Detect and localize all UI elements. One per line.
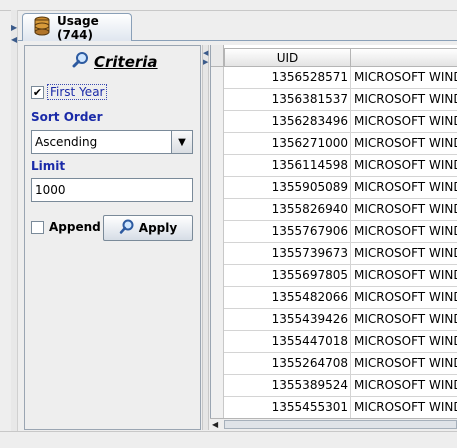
cell-uid[interactable]: 1356114598 (224, 155, 351, 176)
row-header-strip (211, 67, 224, 418)
collapse-left-arrow-icon[interactable]: ◀ (203, 49, 208, 57)
cell-name[interactable]: MICROSOFT WINDO (352, 243, 457, 264)
cell-name[interactable]: MICROSOFT WINDO (352, 331, 457, 352)
cell-uid[interactable]: 1356271000 (224, 133, 351, 154)
cell-uid[interactable]: 1355264708 (224, 353, 351, 374)
horizontal-scrollbar[interactable]: ◀ (210, 418, 457, 430)
sort-order-select[interactable]: Ascending ▼ (31, 130, 193, 154)
cell-name[interactable]: MICROSOFT WINDO (352, 221, 457, 242)
cell-uid[interactable]: 1355826940 (224, 199, 351, 220)
cell-uid[interactable]: 1355439426 (224, 309, 351, 330)
cell-uid[interactable]: 1355697805 (224, 265, 351, 286)
criteria-header: Criteria (72, 51, 158, 72)
column-header-name[interactable] (350, 48, 457, 67)
table-row[interactable]: 1355264708MICROSOFT WINDO (224, 353, 457, 375)
cell-uid[interactable]: 1355447018 (224, 331, 351, 352)
table-corner (211, 45, 224, 67)
append-checkbox[interactable]: Append (31, 220, 101, 234)
table-row[interactable]: 1355739673MICROSOFT WINDO (224, 243, 457, 265)
limit-input[interactable]: 1000 (31, 178, 193, 202)
cell-name[interactable]: MICROSOFT WINDO (352, 177, 457, 198)
table-row[interactable]: 1356271000MICROSOFT WINDO (224, 133, 457, 155)
cell-uid[interactable]: 1355767906 (224, 221, 351, 242)
limit-label: Limit (31, 159, 66, 173)
table-row[interactable]: 1356381537MICROSOFT WINDO (224, 89, 457, 111)
first-year-checkbox[interactable]: ✔ First Year (31, 84, 108, 100)
sort-order-label: Sort Order (31, 110, 103, 124)
cell-name[interactable]: MICROSOFT WINDO (352, 133, 457, 154)
table-row[interactable]: 1355455301MICROSOFT WINDO (224, 397, 457, 418)
top-border (0, 0, 457, 11)
table-row[interactable]: 1355482066MICROSOFT WINDO (224, 287, 457, 309)
scrollbar-thumb[interactable] (224, 420, 457, 429)
tab-usage[interactable]: Usage (744) (22, 13, 132, 42)
scroll-left-arrow-icon[interactable]: ◀ (212, 419, 222, 430)
cell-uid[interactable]: 1355389524 (224, 375, 351, 396)
cell-name[interactable]: MICROSOFT WINDO (352, 375, 457, 396)
bottom-border (0, 431, 457, 448)
first-year-label: First Year (47, 84, 108, 100)
table-row[interactable]: 1355826940MICROSOFT WINDO (224, 199, 457, 221)
apply-label: Apply (138, 221, 178, 235)
table-row[interactable]: 1356283496MICROSOFT WINDO (224, 111, 457, 133)
expand-right-arrow-icon[interactable]: ▶ (11, 24, 17, 32)
cell-name[interactable]: MICROSOFT WINDO (352, 287, 457, 308)
cell-uid[interactable]: 1355482066 (224, 287, 351, 308)
column-header-uid[interactable]: UID (224, 48, 351, 67)
cell-name[interactable]: MICROSOFT WINDO (352, 155, 457, 176)
cell-uid[interactable]: 1356528571 (224, 67, 351, 88)
sort-order-value: Ascending (35, 135, 98, 149)
apply-button[interactable]: Apply (103, 215, 193, 241)
magnifier-icon (119, 219, 135, 238)
magnifier-icon (72, 51, 90, 72)
tab-label: Usage (744) (57, 13, 99, 42)
cell-name[interactable]: MICROSOFT WINDO (352, 199, 457, 220)
collapse-right-arrow-icon[interactable]: ▶ (203, 58, 208, 66)
table-row[interactable]: 1356114598MICROSOFT WINDO (224, 155, 457, 177)
cell-name[interactable]: MICROSOFT WINDO (352, 397, 457, 418)
cell-name[interactable]: MICROSOFT WINDO (352, 265, 457, 286)
table-row[interactable]: 1355447018MICROSOFT WINDO (224, 331, 457, 353)
criteria-title: Criteria (94, 52, 158, 71)
append-label: Append (49, 220, 101, 234)
usage-table: UID 1356528571MICROSOFT WINDO1356381537M… (210, 45, 457, 418)
checkbox-checked-icon[interactable]: ✔ (31, 85, 44, 99)
cell-name[interactable]: MICROSOFT WINDO (352, 353, 457, 374)
table-row[interactable]: 1356528571MICROSOFT WINDO (224, 67, 457, 89)
table-row[interactable]: 1355697805MICROSOFT WINDO (224, 265, 457, 287)
left-splitter[interactable]: ▶ ◀ (11, 10, 18, 447)
cell-name[interactable]: MICROSOFT WINDO (352, 309, 457, 330)
cell-uid[interactable]: 1355905089 (224, 177, 351, 198)
cell-uid[interactable]: 1356283496 (224, 111, 351, 132)
cell-uid[interactable]: 1356381537 (224, 89, 351, 110)
cell-name[interactable]: MICROSOFT WINDO (352, 111, 457, 132)
table-row[interactable]: 1355439426MICROSOFT WINDO (224, 309, 457, 331)
checkbox-unchecked-icon[interactable] (31, 220, 44, 234)
cell-uid[interactable]: 1355455301 (224, 397, 351, 418)
panel-splitter[interactable] (202, 45, 209, 430)
database-icon (33, 16, 51, 39)
cell-uid[interactable]: 1355739673 (224, 243, 351, 264)
chevron-down-icon[interactable]: ▼ (171, 131, 192, 153)
table-row[interactable]: 1355905089MICROSOFT WINDO (224, 177, 457, 199)
expand-left-arrow-icon[interactable]: ◀ (11, 36, 17, 44)
table-row[interactable]: 1355389524MICROSOFT WINDO (224, 375, 457, 397)
cell-name[interactable]: MICROSOFT WINDO (352, 89, 457, 110)
cell-name[interactable]: MICROSOFT WINDO (352, 67, 457, 88)
table-row[interactable]: 1355767906MICROSOFT WINDO (224, 221, 457, 243)
